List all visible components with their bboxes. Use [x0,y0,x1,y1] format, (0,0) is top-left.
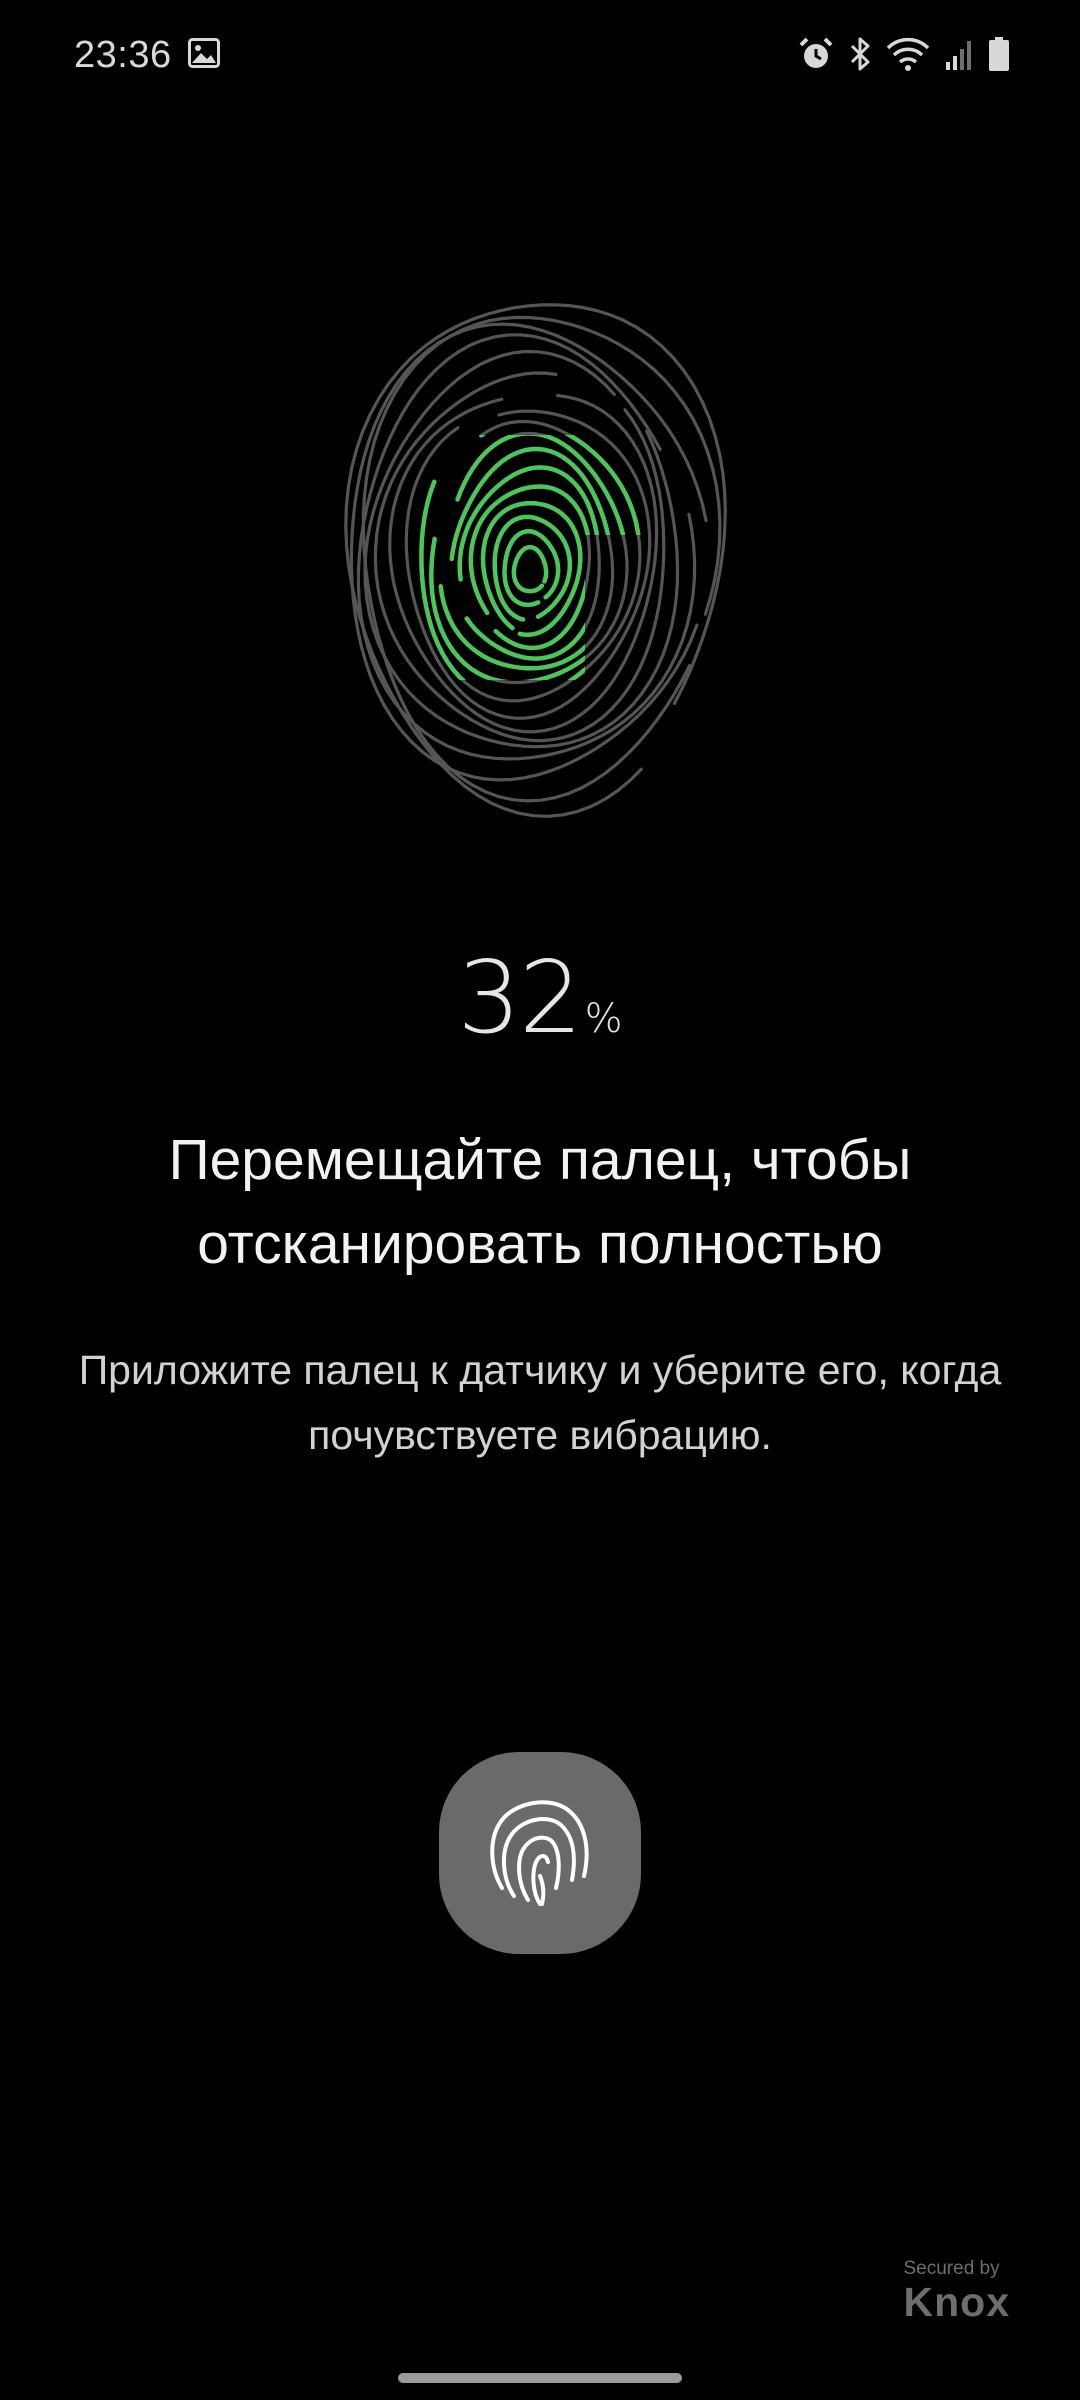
gesture-navigation-handle[interactable] [398,2373,682,2383]
instruction-subtitle: Приложите палец к датчику и уберите его,… [78,1347,1002,1458]
fingerprint-scan-icon [344,303,727,818]
status-icons [798,34,1010,74]
cellular-signal-icon [946,41,971,70]
wifi-icon [886,37,930,71]
image-notification-icon [188,38,220,68]
knox-logo: Knox [903,2279,1010,2325]
secured-by-label: Secured by [903,2258,1000,2279]
fingerprint-icon [490,1800,589,1906]
fingerprint-ridge-scanned [511,544,549,594]
status-time: 23:36 [74,34,172,76]
status-bar: 23:36 [0,0,1080,112]
battery-icon [989,37,1009,71]
bluetooth-icon [850,37,870,71]
scan-progress: 32% [0,948,1080,1048]
progress-value: 32 [457,939,582,1056]
knox-badge: Secured by Knox [904,2258,1011,2324]
fingerprint-ridge-scanned [480,500,583,638]
fingerprint-ridge [349,322,708,782]
fingerprint-sensor-button[interactable] [439,1752,641,1954]
instruction-title: Перемещайте палец, чтобы отсканировать п… [168,1128,912,1276]
alarm-icon [799,37,833,68]
fingerprint-ridge [481,501,582,637]
progress-unit: % [584,996,623,1042]
